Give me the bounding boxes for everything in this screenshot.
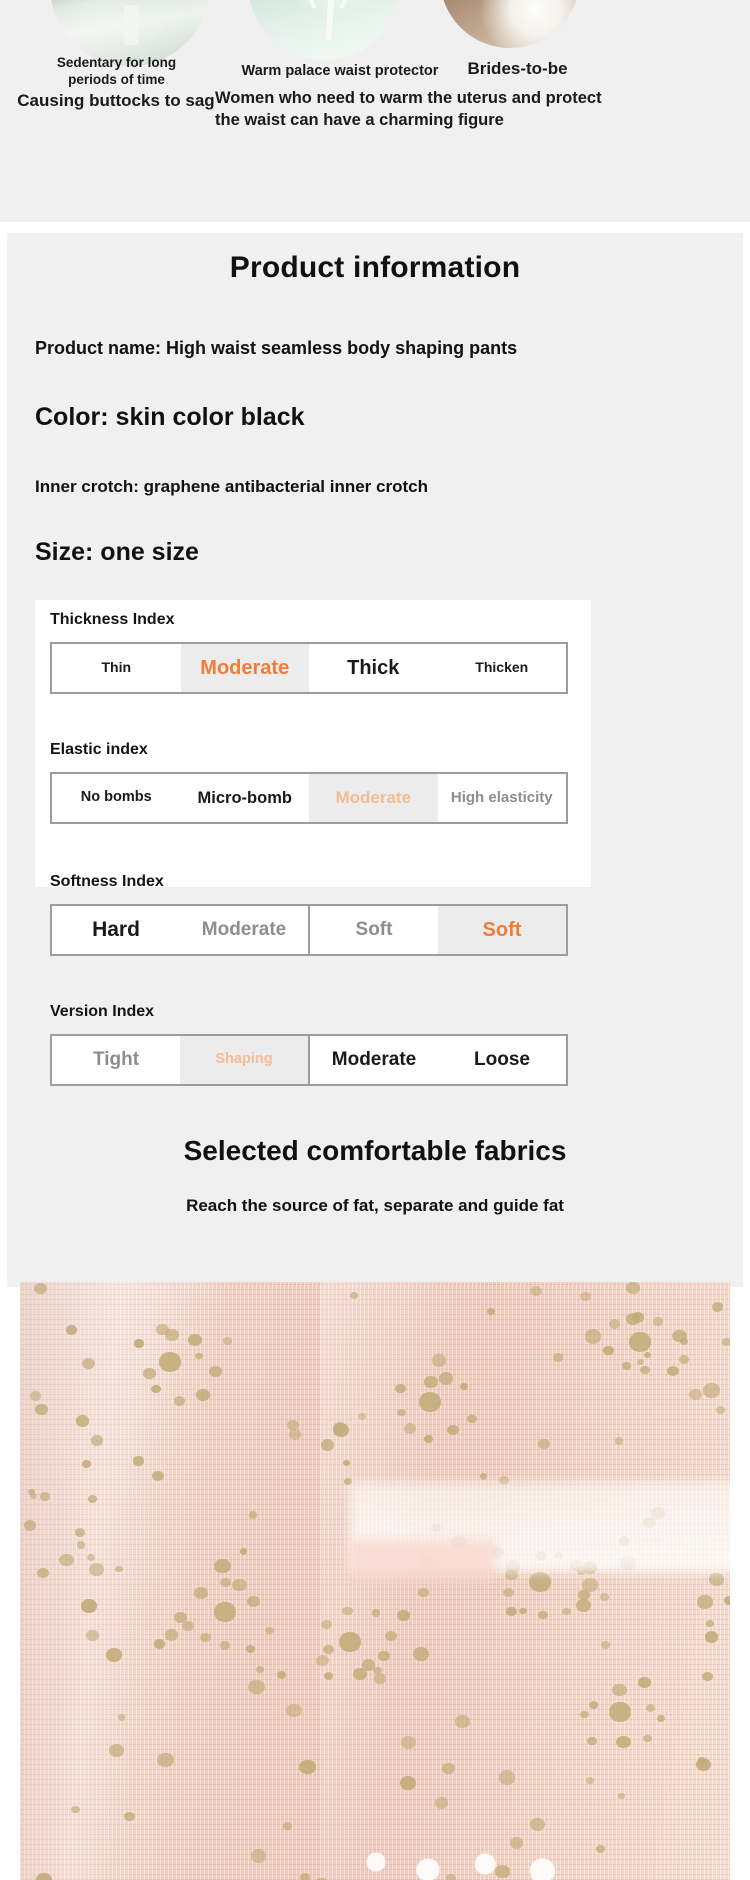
scenario-caption-1-line2: periods of time	[68, 71, 165, 87]
softness-option-soft[interactable]: Soft	[308, 906, 438, 954]
scenario-caption-1-sub: Causing buttocks to sag	[17, 91, 215, 110]
product-information-title: Product information	[229, 251, 521, 284]
thickness-index-row: Thin Moderate Thick Thicken	[50, 642, 568, 694]
version-option-loose[interactable]: Loose	[438, 1036, 566, 1084]
elastic-option-high-elasticity[interactable]: High elasticity	[438, 774, 567, 822]
watermark-blur-secondary	[350, 1540, 495, 1582]
elastic-index-block: Elastic index No bombs Micro-bomb Modera…	[50, 741, 570, 824]
thickness-option-moderate[interactable]: Moderate	[180, 644, 309, 692]
elastic-option-moderate[interactable]: Moderate	[309, 774, 438, 822]
spec-inner-crotch: Inner crotch: graphene antibacterial inn…	[35, 477, 428, 496]
fabric-subheadline: Reach the source of fat, separate and gu…	[186, 1196, 564, 1215]
softness-index-block: Softness Index Hard Moderate Soft Soft	[50, 873, 570, 956]
softness-index-label: Softness Index	[50, 873, 164, 890]
version-index-label: Version Index	[50, 1003, 155, 1020]
scenario-caption-2: Warm palace waist protector	[241, 63, 439, 79]
thickness-option-thicken[interactable]: Thicken	[438, 644, 567, 692]
elastic-index-label: Elastic index	[50, 741, 148, 758]
fabric-lace-edge	[350, 1846, 610, 1880]
softness-option-hard[interactable]: Hard	[52, 906, 180, 954]
softness-option-soft-selected[interactable]: Soft	[438, 906, 566, 954]
version-index-block: Version Index Tight Shaping Moderate Loo…	[50, 1003, 570, 1086]
thickness-option-thin[interactable]: Thin	[52, 644, 181, 692]
elastic-index-row: No bombs Micro-bomb Moderate High elasti…	[50, 772, 568, 824]
pink-dotted-knit-fabric-photo	[20, 1282, 730, 1880]
thickness-index-label: Thickness Index	[50, 611, 175, 628]
version-option-tight[interactable]: Tight	[52, 1036, 180, 1084]
softness-option-moderate[interactable]: Moderate	[180, 906, 308, 954]
softness-index-row: Hard Moderate Soft Soft	[50, 904, 568, 956]
scenario-caption-1: Sedentary for long periods of time	[24, 55, 209, 89]
section-separator	[0, 222, 750, 233]
fabric-headline: Selected comfortable fabrics	[183, 1135, 567, 1166]
elastic-option-micro-bomb[interactable]: Micro-bomb	[181, 774, 310, 822]
spec-product-name: Product name: High waist seamless body s…	[35, 338, 518, 358]
thickness-index-block: Thickness Index Thin Moderate Thick Thic…	[50, 611, 570, 694]
version-option-moderate[interactable]: Moderate	[308, 1036, 438, 1084]
bride-dress-photo	[440, 0, 580, 48]
version-option-shaping[interactable]: Shaping	[180, 1036, 308, 1084]
scenario-caption-2-sub: Women who need to warm the uterus and pr…	[215, 89, 602, 130]
usage-scenarios-section: Sedentary for long periods of time Causi…	[0, 0, 750, 222]
version-index-row: Tight Shaping Moderate Loose	[50, 1034, 568, 1086]
scenario-caption-3: Brides-to-be	[467, 59, 568, 78]
mint-waist-garment-photo	[248, 0, 400, 60]
thickness-option-thick[interactable]: Thick	[309, 644, 438, 692]
spec-color: Color: skin color black	[35, 403, 305, 431]
product-detail-page: Sedentary for long periods of time Causi…	[0, 0, 750, 1880]
spec-size: Size: one size	[35, 538, 199, 566]
elastic-option-no-bombs[interactable]: No bombs	[52, 774, 181, 822]
scenario-caption-1-line1: Sedentary for long	[56, 55, 177, 70]
